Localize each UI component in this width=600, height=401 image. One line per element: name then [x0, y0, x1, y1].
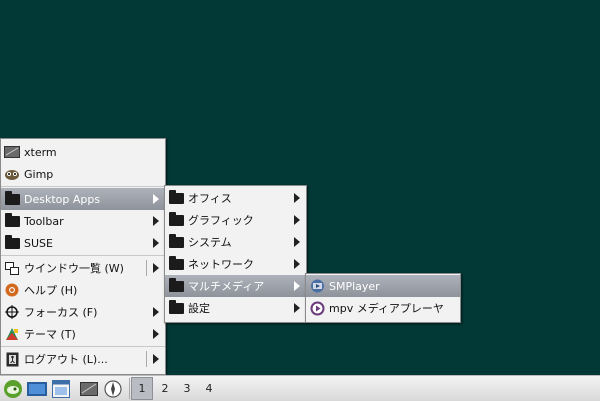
menu-item-logout[interactable]: ログアウト (L)... [1, 348, 165, 370]
menu-item-label: SMPlayer [329, 279, 380, 293]
menu-item-label: ログアウト (L)... [24, 353, 108, 366]
gimp-icon [4, 167, 20, 181]
taskbar-separator [129, 378, 130, 399]
menu-item-theme[interactable]: テーマ (T) [1, 323, 165, 345]
root-menu: xterm Gimp Desktop Apps Toolbar SUSE ウイン… [0, 138, 166, 375]
submenu-arrow-icon [294, 237, 300, 247]
menu-item-suse[interactable]: SUSE [1, 232, 165, 254]
theme-icon [4, 327, 20, 341]
submenu-item-mpv[interactable]: mpv メディアプレーヤ [306, 297, 460, 319]
multimedia-submenu: SMPlayer mpv メディアプレーヤ [305, 273, 461, 323]
menu-item-label: mpv メディアプレーヤ [329, 302, 444, 315]
menu-item-label: システム [188, 236, 232, 249]
menu-separator [1, 255, 165, 256]
workspace-4-button[interactable]: 4 [199, 377, 219, 400]
submenu-arrow-icon [294, 215, 300, 225]
menu-item-label: ウインドウ一覧 (W) [24, 262, 124, 275]
submenu-item-smplayer[interactable]: SMPlayer [306, 275, 460, 297]
help-icon [4, 283, 20, 297]
menu-item-label: フォーカス (F) [24, 306, 98, 319]
workspace-3-button[interactable]: 3 [177, 377, 197, 400]
folder-icon [168, 189, 184, 205]
smplayer-icon [309, 279, 325, 293]
menu-item-label: xterm [24, 145, 57, 159]
submenu-arrow-icon [294, 259, 300, 269]
menu-item-help[interactable]: ヘルプ (H) [1, 279, 165, 301]
folder-icon [168, 299, 184, 315]
logout-icon [4, 352, 20, 366]
submenu-item-graphics[interactable]: グラフィック [165, 209, 306, 231]
menu-item-toolbar[interactable]: Toolbar [1, 210, 165, 232]
folder-icon [168, 211, 184, 227]
folder-icon [168, 233, 184, 249]
menu-item-window-list[interactable]: ウインドウ一覧 (W) [1, 257, 165, 279]
show-desktop-icon[interactable] [27, 379, 47, 399]
focus-icon [4, 305, 20, 319]
menu-item-label: ネットワーク [188, 258, 254, 271]
submenu-arrow-icon [153, 238, 159, 248]
terminal-icon[interactable] [79, 379, 99, 399]
file-manager-icon[interactable] [51, 379, 71, 399]
menu-divider [146, 260, 147, 276]
menu-item-label: Desktop Apps [24, 192, 101, 206]
menu-item-focus[interactable]: フォーカス (F) [1, 301, 165, 323]
menu-separator [1, 346, 165, 347]
taskbar: 1 2 3 4 [0, 375, 600, 401]
menu-item-label: オフィス [188, 192, 232, 205]
submenu-item-multimedia[interactable]: マルチメディア [165, 275, 306, 297]
submenu-arrow-icon [294, 303, 300, 313]
menu-separator [1, 186, 165, 187]
submenu-item-system[interactable]: システム [165, 231, 306, 253]
folder-icon [4, 234, 20, 250]
submenu-item-office[interactable]: オフィス [165, 187, 306, 209]
menu-item-label: 設定 [188, 302, 210, 315]
folder-icon [168, 255, 184, 271]
opensuse-menu-icon[interactable] [3, 379, 23, 399]
submenu-arrow-icon [153, 263, 159, 273]
submenu-arrow-icon [153, 354, 159, 364]
menu-item-label: Toolbar [24, 214, 64, 228]
desktop-apps-submenu: オフィス グラフィック システム ネットワーク マルチメディア 設定 [164, 185, 307, 323]
menu-item-label: SUSE [24, 236, 53, 250]
submenu-arrow-icon [294, 193, 300, 203]
menu-item-label: Gimp [24, 167, 54, 181]
menu-divider [146, 351, 147, 367]
menu-item-xterm[interactable]: xterm [1, 141, 165, 163]
submenu-arrow-icon [153, 194, 159, 204]
workspace-1-button[interactable]: 1 [131, 377, 153, 400]
terminal-icon [4, 145, 20, 159]
folder-icon [4, 190, 20, 206]
windows-icon [4, 261, 20, 275]
menu-item-label: テーマ (T) [24, 328, 76, 341]
submenu-arrow-icon [294, 281, 300, 291]
menu-item-label: ヘルプ (H) [24, 284, 78, 297]
workspace-2-button[interactable]: 2 [155, 377, 175, 400]
submenu-arrow-icon [153, 329, 159, 339]
submenu-item-network[interactable]: ネットワーク [165, 253, 306, 275]
submenu-arrow-icon [153, 216, 159, 226]
menu-item-label: マルチメディア [188, 280, 265, 293]
mpv-icon [309, 301, 325, 315]
menu-item-gimp[interactable]: Gimp [1, 163, 165, 185]
menu-item-label: グラフィック [188, 214, 254, 227]
submenu-arrow-icon [153, 307, 159, 317]
submenu-item-settings[interactable]: 設定 [165, 297, 306, 319]
folder-icon [168, 277, 184, 293]
browser-icon[interactable] [103, 379, 123, 399]
menu-item-desktop-apps[interactable]: Desktop Apps [1, 188, 165, 210]
folder-icon [4, 212, 20, 228]
